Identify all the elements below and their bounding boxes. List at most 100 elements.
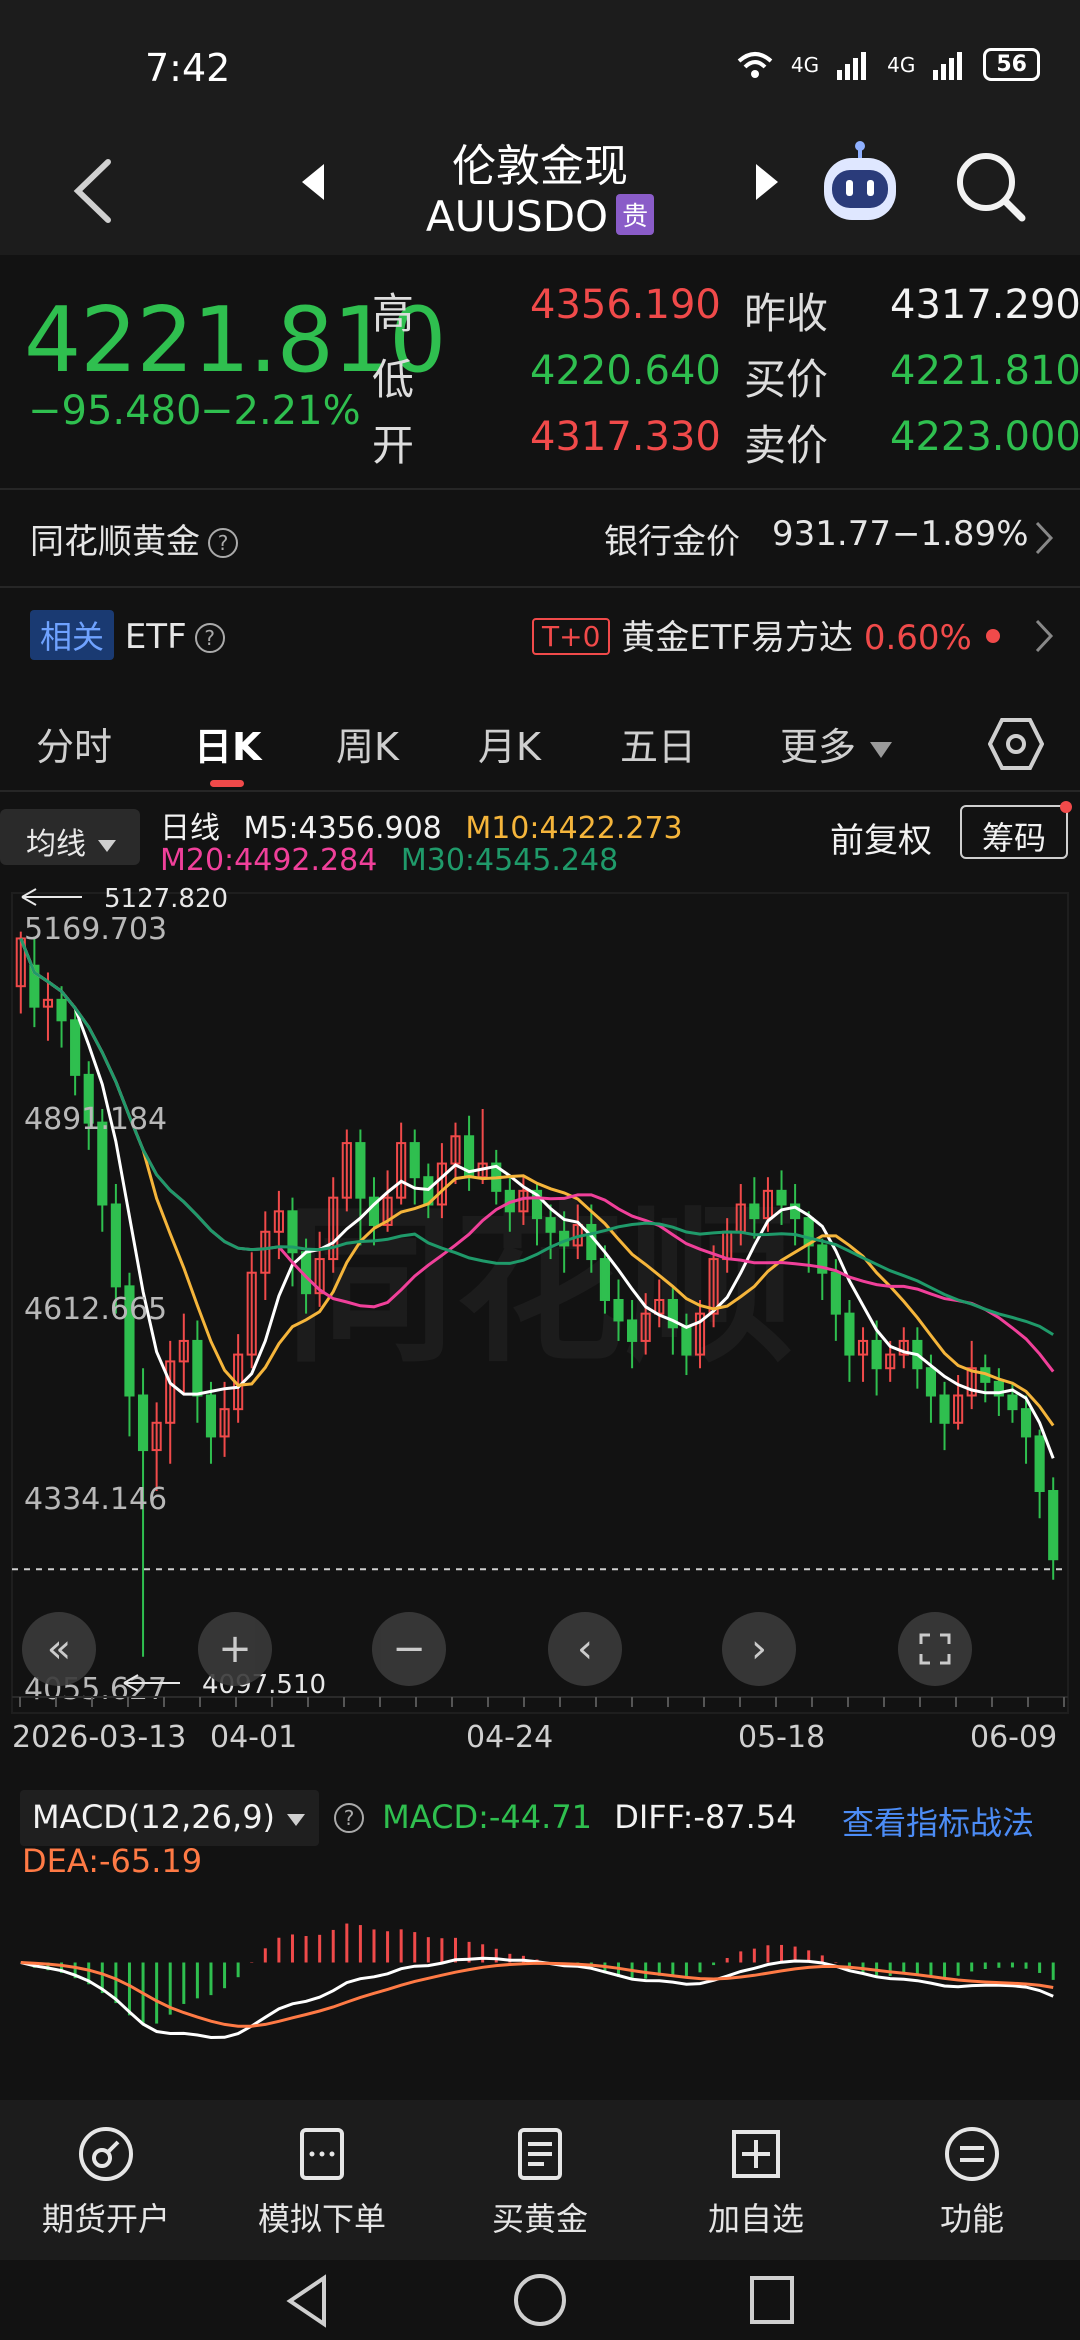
divider xyxy=(0,790,1080,792)
x-axis-label: 04-24 xyxy=(466,1720,553,1755)
status-icons: 4G 4G 56 xyxy=(735,48,1040,81)
quote-header: 伦敦金现 AUUSDO 贵 xyxy=(0,130,1080,255)
system-back-icon[interactable] xyxy=(284,2274,330,2328)
account-icon xyxy=(79,2127,133,2181)
ma-row-1: 日线 M5:4356.908 M10:4422.273 xyxy=(160,803,683,847)
help-icon[interactable]: ? xyxy=(208,528,238,558)
status-time: 7:42 xyxy=(145,46,231,90)
indicator-strategy-link[interactable]: 查看指标战法 xyxy=(842,1798,1034,1844)
candle-down xyxy=(844,1312,855,1356)
help-icon[interactable]: ? xyxy=(194,623,225,653)
quote-panel: 4221.810 −95.480 −2.21% 高 低 开 4356.190 4… xyxy=(0,258,1080,486)
dea-line xyxy=(20,1961,1054,2028)
candle-down xyxy=(613,1298,624,1322)
period-label: 日线 xyxy=(160,811,220,846)
system-recents-icon[interactable] xyxy=(748,2274,796,2326)
battery-icon: 56 xyxy=(983,48,1040,81)
nav-label: 期货开户 xyxy=(41,2200,170,2238)
system-nav xyxy=(0,2260,1080,2340)
candle-down xyxy=(871,1339,882,1370)
robot-assistant-icon[interactable] xyxy=(818,140,902,230)
nav-futures-account[interactable]: 期货开户 xyxy=(16,2124,196,2240)
bid-value: 4221.810 xyxy=(890,348,1080,394)
candle-down xyxy=(205,1394,217,1438)
nav-label: 买黄金 xyxy=(491,2200,588,2238)
nav-label: 加自选 xyxy=(707,2200,804,2238)
instrument-code: AUUSDO xyxy=(425,192,609,241)
tab-intraday[interactable]: 分时 xyxy=(36,716,112,771)
candle-down xyxy=(110,1203,121,1288)
candle-down xyxy=(776,1189,787,1206)
fast-back-button[interactable]: « xyxy=(22,1612,96,1686)
tab-monthly-k[interactable]: 月K xyxy=(478,716,541,771)
nav-functions[interactable]: 功能 xyxy=(882,2124,1062,2240)
ma10-value: M10:4422.273 xyxy=(465,811,683,846)
tab-daily-k[interactable]: 日K xyxy=(194,716,261,771)
chip-button[interactable]: 筹码 xyxy=(960,805,1068,859)
nav-simulate-order[interactable]: 模拟下单 xyxy=(232,2124,412,2240)
zoom-in-button[interactable]: + xyxy=(198,1612,272,1686)
caret-down-icon xyxy=(870,742,893,758)
instrument-subtitle: AUUSDO 贵 xyxy=(0,192,1080,241)
zoom-out-button[interactable]: − xyxy=(372,1612,446,1686)
candle-down xyxy=(1020,1408,1032,1438)
prev-close-label: 昨收 xyxy=(744,289,829,338)
t0-tag: T+0 xyxy=(532,618,611,655)
nav-buy-gold[interactable]: 买黄金 xyxy=(450,2124,630,2240)
gold-info-row[interactable]: 同花顺黄金? 银行金价 931.77 −1.89% xyxy=(0,490,1080,586)
system-home-icon[interactable] xyxy=(512,2272,568,2328)
bank-gold-label: 银行金价 xyxy=(604,522,740,562)
scroll-right-button[interactable]: › xyxy=(722,1612,796,1686)
price-change-pct: −2.21% xyxy=(200,388,361,434)
active-tab-indicator xyxy=(210,780,244,787)
diff-value: DIFF:-87.54 xyxy=(614,1798,797,1836)
chevron-right-icon[interactable] xyxy=(1034,618,1054,654)
ma20-value: M20:4492.284 xyxy=(160,843,378,878)
ma-select[interactable]: 均线 xyxy=(0,809,140,865)
candle-down xyxy=(192,1339,203,1397)
ths-gold-label: 同花顺黄金? xyxy=(30,514,238,563)
nav-label: 模拟下单 xyxy=(257,2200,386,2238)
tab-weekly-k[interactable]: 周K xyxy=(336,716,399,771)
bank-gold-price: 931.77 xyxy=(772,514,891,554)
etf-label: ETF xyxy=(124,617,187,657)
indicator-select[interactable]: MACD(12,26,9) xyxy=(20,1790,320,1846)
x-axis-label: 2026-03-13 xyxy=(12,1720,186,1755)
candle-down xyxy=(1007,1394,1018,1411)
chevron-right-icon[interactable] xyxy=(1034,520,1054,556)
ma5-value: M5:4356.908 xyxy=(243,811,442,846)
network-label-1: 4G xyxy=(790,52,820,77)
etf-row[interactable]: 相关 ETF? T+0 黄金ETF易方达 0.60% xyxy=(0,588,1080,684)
ma-select-label: 均线 xyxy=(26,827,86,862)
open-label: 开 xyxy=(372,421,415,470)
candle-down xyxy=(599,1258,610,1301)
help-icon[interactable]: ? xyxy=(334,1803,364,1833)
settings-hexagon-icon[interactable] xyxy=(988,716,1044,772)
candle-down xyxy=(681,1326,692,1356)
etf-pct: 0.60% xyxy=(863,618,972,658)
x-axis-label: 04-01 xyxy=(210,1720,297,1755)
high-value: 4356.190 xyxy=(530,282,721,328)
y-tick-label: 5169.703 xyxy=(24,912,167,947)
ths-gold-text: 同花顺黄金 xyxy=(30,522,200,562)
nav-add-watchlist[interactable]: 加自选 xyxy=(666,2124,846,2240)
macd-chart xyxy=(20,1923,1055,2040)
network-label-2: 4G xyxy=(887,52,916,77)
macd-value: MACD:-44.71 xyxy=(382,1798,593,1836)
y-tick-label: 4891.184 xyxy=(24,1102,167,1137)
price-change: −95.480 xyxy=(28,388,202,434)
low-value: 4220.640 xyxy=(530,348,721,394)
instrument-title: 伦敦金现 xyxy=(452,141,628,192)
alert-dot xyxy=(985,629,1000,643)
tab-more-label: 更多 xyxy=(780,725,857,769)
tab-five-day[interactable]: 五日 xyxy=(620,716,696,771)
search-icon[interactable] xyxy=(952,148,1028,224)
fullscreen-button[interactable] xyxy=(898,1612,972,1686)
next-instrument-icon[interactable] xyxy=(752,162,780,202)
scroll-left-button[interactable]: ‹ xyxy=(548,1612,622,1686)
candle-down xyxy=(1048,1490,1059,1561)
y-tick-label: 4612.665 xyxy=(24,1292,167,1327)
y-tick-label: 4334.146 xyxy=(24,1482,167,1517)
tab-more[interactable]: 更多 xyxy=(780,716,894,771)
adjust-mode[interactable]: 前复权 xyxy=(830,813,932,862)
